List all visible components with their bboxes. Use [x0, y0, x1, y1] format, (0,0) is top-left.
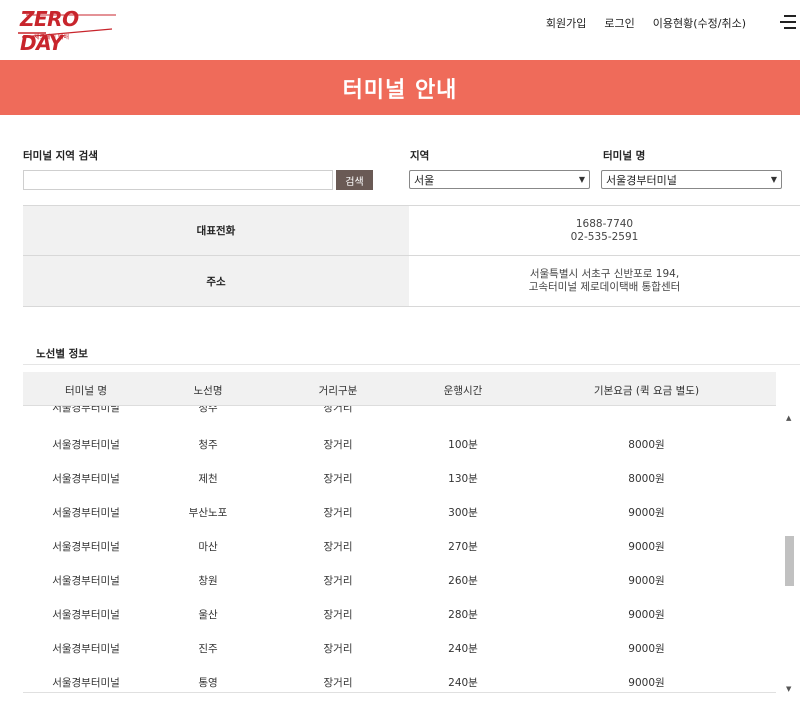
divider: [23, 692, 776, 693]
table-row: 서울경부터미널 진주 장거리 240분 9000원: [23, 630, 776, 664]
terminal-cell: 서울경부터미널: [52, 677, 120, 689]
address-value: 서울특별시 서초구 신반포로 194, 고속터미널 제로데이택배 통합센터: [409, 256, 800, 306]
route-cell: 창원: [198, 575, 218, 587]
page-title: 터미널 안내: [342, 77, 458, 103]
route-cell: 통영: [198, 677, 218, 689]
distance-cell: 장거리: [323, 406, 353, 414]
region-select-value: 서울: [414, 173, 435, 187]
duration-cell: 270분: [448, 541, 478, 553]
phone-value: 1688-7740 02-535-2591: [409, 206, 800, 255]
fare-cell: 9000원: [628, 677, 665, 689]
address-label: 주소: [23, 256, 409, 306]
logo-subtitle: 제로데이 택배: [34, 34, 70, 41]
region-select[interactable]: 서울 ▼: [409, 170, 590, 189]
table-row: 서울경부터미널 통영 장거리 240분 9000원: [23, 664, 776, 693]
route-section-title: 노선별 정보: [36, 348, 88, 360]
fare-cell: 9000원: [628, 609, 665, 621]
terminal-cell: 서울경부터미널: [52, 541, 120, 553]
table-row: 서울경부터미널 제천 장거리 130분 8000원: [23, 460, 776, 494]
phone-number-2: 02-535-2591: [570, 230, 639, 243]
route-cell: 청주: [198, 406, 218, 414]
chevron-down-icon: ▼: [578, 175, 585, 184]
distance-cell: 장거리: [323, 643, 353, 655]
phone-row: 대표전화 1688-7740 02-535-2591: [23, 206, 800, 256]
fare-cell: 8000원: [628, 439, 665, 451]
route-cell: 진주: [198, 643, 218, 655]
address-row: 주소 서울특별시 서초구 신반포로 194, 고속터미널 제로데이택배 통합센터: [23, 256, 800, 307]
region-label: 지역: [410, 150, 430, 162]
nav-login-link[interactable]: 로그인: [604, 15, 634, 31]
address-line-1: 서울특별시 서초구 신반포로 194,: [529, 268, 680, 280]
page-banner: 터미널 안내: [0, 60, 800, 115]
header: ZERO DAY 제로데이 택배 회원가입 로그인 이용현황(수정/취소): [0, 0, 800, 60]
scrollbar-thumb[interactable]: [785, 536, 794, 586]
terminal-label: 터미널 명: [603, 150, 646, 162]
chevron-down-icon: ▼: [770, 175, 777, 184]
duration-cell: 130분: [448, 473, 478, 485]
duration-cell: 280분: [448, 609, 478, 621]
route-cell: 울산: [198, 609, 218, 621]
table-row: 서울경부터미널 부산노포 장거리 300분 9000원: [23, 494, 776, 528]
zero-day-logo[interactable]: ZERO DAY 제로데이 택배: [16, 7, 120, 55]
column-header-terminal: 터미널 명: [65, 385, 107, 397]
table-row: 서울경부터미널 마산 장거리 270분 9000원: [23, 528, 776, 562]
hamburger-menu-icon[interactable]: [780, 15, 796, 29]
top-nav: 회원가입 로그인 이용현황(수정/취소): [546, 15, 746, 31]
terminal-select-value: 서울경부터미널: [606, 173, 677, 187]
address-line-2: 고속터미널 제로데이택배 통합센터: [528, 281, 681, 293]
fare-cell: 9000원: [628, 575, 665, 587]
terminal-cell: 서울경부터미널: [52, 439, 120, 451]
terminal-cell: 서울경부터미널: [52, 473, 120, 485]
table-row: 서울경부터미널 울산 장거리 280분 9000원: [23, 596, 776, 630]
search-button[interactable]: 검색: [336, 170, 373, 190]
duration-cell: 240분: [448, 643, 478, 655]
distance-cell: 장거리: [323, 439, 353, 451]
terminal-cell: 서울경부터미널: [52, 507, 120, 519]
column-header-fare: 기본요금 (퀵 요금 별도): [593, 385, 700, 397]
route-table-scrollbar[interactable]: ▲ ▼: [783, 410, 797, 695]
duration-cell: 260분: [448, 575, 478, 587]
divider: [23, 364, 800, 365]
fare-cell: 9000원: [628, 643, 665, 655]
column-header-distance: 거리구분: [318, 385, 358, 397]
terminal-select[interactable]: 서울경부터미널 ▼: [601, 170, 782, 189]
distance-cell: 장거리: [323, 473, 353, 485]
table-row: 서울경부터미널 창원 장거리 260분 9000원: [23, 562, 776, 596]
scroll-up-arrow-icon[interactable]: ▲: [786, 414, 791, 422]
distance-cell: 장거리: [323, 507, 353, 519]
distance-cell: 장거리: [323, 677, 353, 689]
terminal-cell: 서울경부터미널: [52, 609, 120, 621]
route-cell: 청주: [198, 439, 218, 451]
region-search-input[interactable]: [23, 170, 333, 190]
phone-number-1: 1688-7740: [575, 217, 634, 230]
column-header-route: 노선명: [193, 385, 223, 397]
column-header-duration: 운행시간: [443, 385, 483, 397]
distance-cell: 장거리: [323, 609, 353, 621]
phone-label: 대표전화: [23, 206, 409, 255]
fare-cell: 9000원: [628, 541, 665, 553]
distance-cell: 장거리: [323, 575, 353, 587]
route-table-body[interactable]: 서울경부터미널 청주 장거리 서울경부터미널 청주 장거리 100분 8000원 서울경부…: [23, 406, 776, 693]
duration-cell: 240분: [448, 677, 478, 689]
scroll-down-arrow-icon[interactable]: ▼: [786, 685, 791, 693]
route-cell: 부산노포: [188, 507, 228, 519]
logo-text: ZERO DAY: [20, 7, 79, 55]
duration-cell: 100분: [448, 439, 478, 451]
route-cell: 마산: [198, 541, 218, 553]
distance-cell: 장거리: [323, 541, 353, 553]
nav-usage-link[interactable]: 이용현황(수정/취소): [653, 15, 746, 31]
route-table-header: 터미널 명 노선명 거리구분 운행시간 기본요금 (퀵 요금 별도): [23, 372, 776, 406]
table-row: 서울경부터미널 청주 장거리 100분 8000원: [23, 426, 776, 460]
nav-signup-link[interactable]: 회원가입: [546, 15, 586, 31]
terminal-cell: 서울경부터미널: [52, 643, 120, 655]
duration-cell: 300분: [448, 507, 478, 519]
region-search-label: 터미널 지역 검색: [23, 150, 98, 162]
terminal-cell: 서울경부터미널: [52, 406, 120, 414]
terminal-cell: 서울경부터미널: [52, 575, 120, 587]
terminal-info-table: 대표전화 1688-7740 02-535-2591 주소 서울특별시 서초구 …: [23, 205, 800, 307]
route-cell: 제천: [198, 473, 218, 485]
fare-cell: 8000원: [628, 473, 665, 485]
fare-cell: 9000원: [628, 507, 665, 519]
